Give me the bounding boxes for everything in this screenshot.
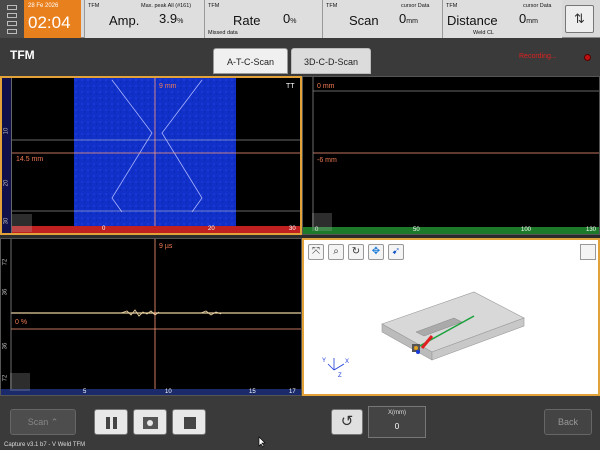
expand-view-button[interactable] xyxy=(312,213,332,231)
snapshot-icon xyxy=(143,417,158,429)
swap-vertical-icon: ⇅ xyxy=(574,11,585,26)
pause-button[interactable] xyxy=(94,409,128,435)
distance-label: Distance xyxy=(447,13,498,28)
menu-icon xyxy=(7,29,17,34)
menu-icon xyxy=(7,5,17,10)
a-scan-canvas xyxy=(1,239,301,395)
stop-button[interactable] xyxy=(172,409,206,435)
x-position-field[interactable]: X(mm) 0 xyxy=(368,406,426,438)
page-title: TFM xyxy=(10,48,35,62)
swap-button[interactable]: ⇅ xyxy=(565,5,594,33)
depth-ruler: 10 20 30 xyxy=(2,78,12,233)
svg-text:X: X xyxy=(345,359,349,365)
mouse-cursor-icon xyxy=(258,436,266,448)
x-tick-label: 50 xyxy=(413,227,420,233)
y-tick-label: 10 xyxy=(3,127,10,135)
x-tick-label: 20 xyxy=(208,226,215,232)
y-tick-label: 36 xyxy=(2,342,9,350)
svg-text:Z: Z xyxy=(338,373,342,379)
y-tick-label: 20 xyxy=(3,179,10,187)
snapshot-button[interactable] xyxy=(133,409,167,435)
status-bar: 28 Fe 2026 02:04 TFM Max. peak All (#161… xyxy=(0,0,600,38)
x-position-label: X(mm) xyxy=(388,410,406,416)
expand-view-button[interactable] xyxy=(10,373,30,391)
recording-status: Recording... xyxy=(519,53,557,60)
tab-a-t-c-scan[interactable]: A-T-C-Scan xyxy=(213,48,288,74)
cursor-time-label: 9 µs xyxy=(159,243,173,250)
x-tick-label: 17 xyxy=(289,389,296,395)
menu-button[interactable] xyxy=(0,0,24,38)
distance-readout[interactable]: TFM cursor Data Distance 0mm Weld CL xyxy=(442,0,562,38)
reset-icon: ↺ xyxy=(340,413,354,430)
view-mode-label: TT xyxy=(286,83,295,90)
x-tick-label: 10 xyxy=(165,389,172,395)
y-tick-label: 30 xyxy=(3,217,10,225)
distance-caption: cursor Data xyxy=(523,3,552,9)
cursor-top-label: 9 mm xyxy=(159,83,177,90)
rate-value: 0% xyxy=(283,11,297,26)
menu-icon xyxy=(7,13,17,18)
cursor-depth-label: -6 mm xyxy=(317,157,337,164)
x-tick-label: 15 xyxy=(249,389,256,395)
tfm-image-canvas xyxy=(2,78,300,233)
cursor-top-label: 0 mm xyxy=(317,83,335,90)
x-tick-label: 30 xyxy=(289,226,296,232)
3d-view[interactable]: ⤧ ⌕ ↻ ✥ ➹ Z Y X xyxy=(302,238,600,396)
amp-caption: Max. peak All (#161) xyxy=(141,3,192,9)
scan-button[interactable]: Scan ⌃ xyxy=(10,409,76,435)
amp-value: 3.9% xyxy=(159,11,184,26)
cursor-depth-label: 14.5 mm xyxy=(16,156,44,163)
y-tick-label: 72 xyxy=(2,258,9,266)
pause-icon xyxy=(106,417,117,429)
expand-view-button[interactable] xyxy=(12,214,32,232)
x-position-value: 0 xyxy=(394,422,400,431)
y-tick-label: 36 xyxy=(2,288,9,296)
scan-tag: TFM xyxy=(326,3,338,9)
rate-label: Rate xyxy=(233,13,261,28)
scan-view-canvas xyxy=(303,77,599,234)
x-tick-label: 100 xyxy=(521,227,532,233)
scan-caption: cursor Data xyxy=(401,3,430,9)
footer-version: Capture v3.1 b7 - V Weld TFM xyxy=(4,442,86,448)
distance-tag: TFM xyxy=(446,3,458,9)
record-indicator-icon xyxy=(584,54,591,61)
svg-text:Y: Y xyxy=(322,358,326,364)
amp-tag: TFM xyxy=(88,3,100,9)
clock: 28 Fe 2026 02:04 xyxy=(24,0,81,38)
rate-tag: TFM xyxy=(208,3,220,9)
menu-icon xyxy=(7,21,17,26)
x-tick-label: 130 xyxy=(586,227,597,233)
x-tick-label: 5 xyxy=(83,389,87,395)
clock-time: 02:04 xyxy=(28,13,71,32)
rate-readout[interactable]: TFM Rate 0% Missed data xyxy=(204,0,322,38)
x-tick-label: 0 xyxy=(102,226,106,232)
clock-date: 28 Fe 2026 xyxy=(28,3,59,9)
rate-caption: Missed data xyxy=(208,30,238,36)
amplitude-level-label: 0 % xyxy=(15,319,28,326)
y-tick-label: 72 xyxy=(2,374,9,382)
amp-label: Amp. xyxy=(109,13,140,28)
back-button[interactable]: Back xyxy=(544,409,592,435)
scan-view-right[interactable]: 0 mm -6 mm 0 50 100 130 xyxy=(302,76,600,235)
scan-readout[interactable]: TFM cursor Data Scan 0mm xyxy=(322,0,442,38)
3d-model-canvas: Z Y X xyxy=(322,291,525,379)
tab-3d-c-d-scan[interactable]: 3D-C-D-Scan xyxy=(291,48,371,74)
amp-readout[interactable]: TFM Max. peak All (#161) Amp. 3.9% xyxy=(84,0,204,38)
scan-value: 0mm xyxy=(399,11,418,26)
a-scan-view[interactable]: 72 36 36 72 9 µs 0 % 5 10 15 17 xyxy=(0,238,302,396)
distance-sub: Weld CL xyxy=(473,30,494,36)
title-row: TFM A-T-C-Scan 3D-C-D-Scan Recording... xyxy=(0,38,600,76)
tfm-image-view[interactable]: 10 20 30 9 mm TT 14.5 mm 0 20 30 xyxy=(0,76,302,235)
reset-button[interactable]: ↺ xyxy=(331,409,363,435)
distance-value: 0mm xyxy=(519,11,538,26)
scan-label: Scan xyxy=(349,13,379,28)
stop-icon xyxy=(184,417,196,429)
bottom-toolbar: Scan ⌃ ↺ X(mm) 0 Back xyxy=(0,396,600,450)
